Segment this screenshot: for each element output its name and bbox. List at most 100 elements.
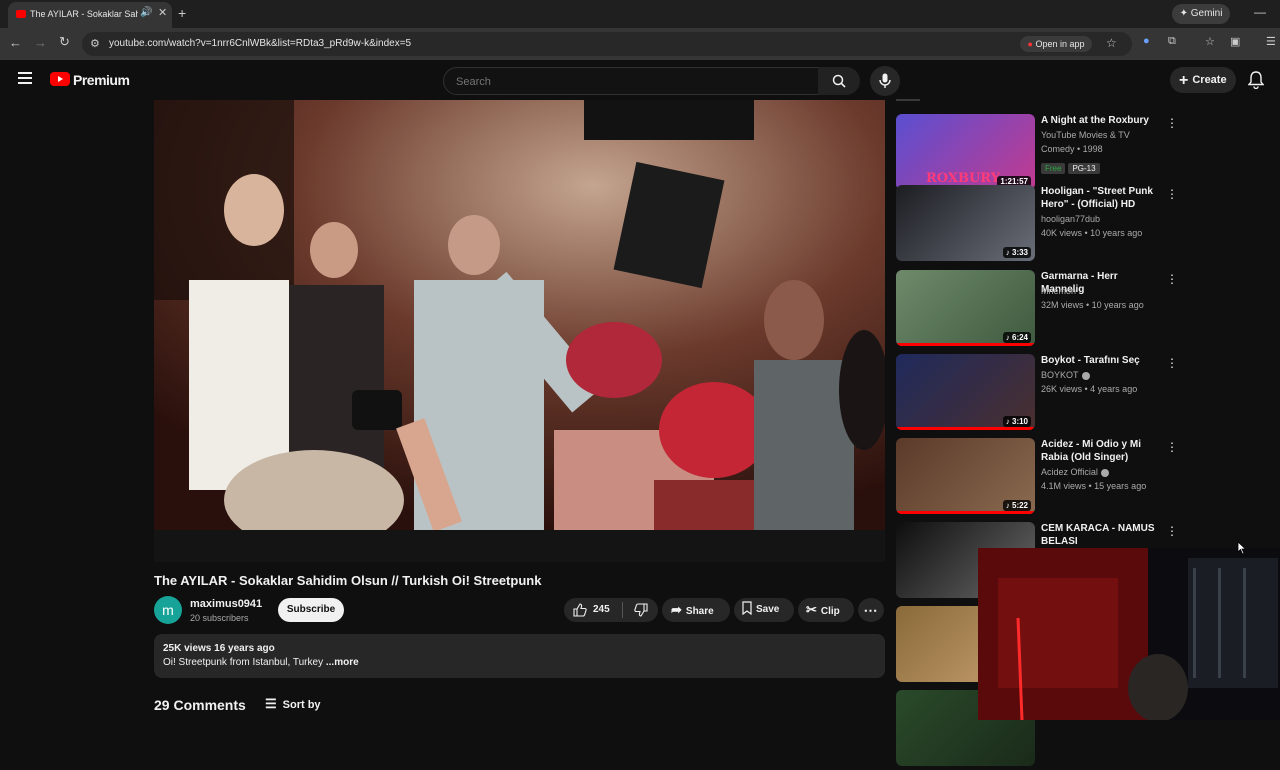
duration-badge: ♪ 5:22 [1002,500,1031,511]
share-button[interactable]: ➦ Share [662,598,730,622]
recommendation-channel[interactable]: YouTube Movies & TV [1041,130,1130,140]
close-icon[interactable]: ✕ [158,6,167,19]
reload-icon[interactable]: ↻ [59,34,70,50]
video-title: The AYILAR - Sokaklar Sahidim Olsun // T… [154,573,542,588]
profile-circle-icon[interactable]: ● [1143,35,1150,47]
recommendation-item[interactable]: ♪ 6:24 Garmarna - Herr Mannelig Mnemon 32M … [896,270,1186,350]
more-vertical-icon[interactable]: ⋮ [1166,272,1178,286]
verified-check-icon [1081,371,1090,380]
like-count: 245 [593,604,610,615]
clip-button[interactable]: ✂ Clip [798,598,854,622]
bookmarks-star-icon[interactable]: ☆ [1205,35,1215,48]
recommendation-channel[interactable]: BOYKOT [1041,370,1090,380]
hamburger-menu-icon[interactable] [18,72,32,87]
recommendation-title[interactable]: Acidez - Mi Odio y Mi Rabia (Old Singer) [1041,438,1159,464]
recommendation-item[interactable]: ♪ 3:33 Hooligan - "Street Punk Hero" - (O… [896,185,1186,265]
side-panel-icon[interactable]: ▣ [1230,35,1240,48]
channel-name[interactable]: maximus0941 [190,598,262,610]
more-actions-button[interactable]: ⋯ [858,598,884,622]
sort-comments-button[interactable]: ☰ Sort by [265,696,321,712]
recommendation-title[interactable]: Hooligan - "Street Punk Hero" - (Officia… [1041,185,1159,211]
forward-arrow-icon[interactable]: → [34,35,47,50]
recommendation-channel[interactable]: Acidez Official [1041,467,1109,477]
gemini-button[interactable]: ✦ Gemini [1172,4,1230,24]
recommendation-thumbnail[interactable]: ♪ 3:33 [896,185,1035,261]
bookmark-star-icon[interactable]: ☆ [1106,36,1117,50]
channel-avatar[interactable]: m [154,596,182,624]
share-arrow-icon: ➦ [671,602,682,617]
create-button[interactable]: + Create [1170,67,1236,93]
recommendation-item[interactable]: ♪ 5:22 Acidez - Mi Odio y Mi Rabia (Old S… [896,438,1186,518]
recommendation-title[interactable]: CEM KARACA - NAMUS BELASI [1041,522,1159,548]
video-controls-strip [154,530,885,562]
webcam-image [978,548,1280,720]
duration-badge: ♪ 3:33 [1002,247,1031,258]
watch-progress-bar [896,343,1035,346]
more-vertical-icon[interactable]: ⋮ [1166,116,1178,130]
more-vertical-icon[interactable]: ⋮ [1166,440,1178,454]
recommendation-item[interactable]: ROXBURY 1:21:57 A Night at the Roxbury YouT… [896,114,1186,194]
site-settings-icon[interactable]: ⚙ [90,37,100,50]
show-more-link[interactable]: ...more [326,657,359,668]
channel-label: YouTube Movies & TV [1041,130,1130,140]
recommendation-channel[interactable]: hooligan77dub [1041,214,1100,224]
share-label: Share [685,606,714,617]
more-vertical-icon[interactable]: ⋮ [1166,187,1178,201]
recommendation-thumbnail[interactable]: ♪ 3:10 [896,354,1035,430]
notifications-bell-icon[interactable] [1248,71,1264,89]
minimize-icon[interactable]: — [1254,5,1266,19]
youtube-favicon-icon [16,10,26,18]
content-badge: PG-13 [1068,163,1100,174]
recommendation-title[interactable]: Boykot - Tarafını Seç [1041,354,1159,367]
webcam-overlay [978,548,1280,720]
more-horizontal-icon: ⋯ [863,602,879,618]
comments-count: 29 Comments [154,697,246,713]
description-text: Oi! Streetpunk from Istanbul, Turkey ...… [163,657,359,668]
verified-check-icon [1100,468,1109,477]
duration-badge: ♪ 6:24 [1002,332,1031,343]
microphone-icon [879,73,891,88]
voice-search-button[interactable] [870,66,900,96]
like-button[interactable]: 245 [564,598,620,622]
subscriber-count: 20 subscribers [190,613,249,623]
watch-progress-bar [896,427,1035,430]
channel-label: hooligan77dub [1041,214,1101,224]
premium-brand-text[interactable]: Premium [73,72,130,88]
youtube-logo-icon[interactable] [50,72,70,86]
channel-label: Acidez Official [1041,467,1098,477]
recommendation-thumbnail[interactable]: ♪ 6:24 [896,270,1035,346]
video-player[interactable] [154,100,885,530]
menu-icon[interactable]: ☰ [1266,35,1276,48]
recommendation-channel[interactable]: Mnemon [1041,286,1076,296]
create-label: Create [1192,74,1227,86]
sort-icon: ☰ [265,696,277,711]
url-text[interactable]: youtube.com/watch?v=1nrr6CnlWBk&list=RDt… [109,38,411,49]
recommendation-title[interactable]: A Night at the Roxbury [1041,114,1159,127]
sort-label: Sort by [282,699,321,711]
scissors-icon: ✂ [806,602,817,617]
subscribe-button[interactable]: Subscribe [278,598,344,622]
back-arrow-icon[interactable]: ← [9,35,22,50]
search-input[interactable] [454,73,798,91]
more-vertical-icon[interactable]: ⋮ [1166,524,1178,538]
search-button[interactable] [818,67,860,95]
description-box[interactable]: 25K views 16 years ago Oi! Streetpunk fr… [154,634,885,678]
open-in-app-button[interactable]: ● Open in app [1020,36,1092,52]
thumbnail-text: ROXBURY [926,171,1000,186]
more-vertical-icon[interactable]: ⋮ [1166,356,1178,370]
browser-tab[interactable]: The AYILAR - Sokaklar Sahidim Olsun // T… [8,2,172,28]
recommendation-thumbnail[interactable]: ♪ 5:22 [896,438,1035,514]
youtube-header: Premium +Create [0,60,1280,100]
thumbs-up-icon [573,603,587,617]
address-bar[interactable]: ⚙ youtube.com/watch?v=1nrr6CnlWBk&list=R… [82,32,1132,56]
bookmark-icon [742,601,752,616]
new-tab-plus-icon[interactable]: + [178,5,186,21]
speaker-icon[interactable]: 🔊 [140,7,152,18]
recommendation-meta: 4.1M views • 15 years ago [1041,481,1147,491]
extensions-puzzle-icon[interactable]: ⧉ [1168,35,1176,48]
recommendation-meta: 40K views • 10 years ago [1041,228,1143,238]
recommendation-item[interactable]: ♪ 3:10 Boykot - Tarafını Seç BOYKOT 26K vie… [896,354,1186,434]
dislike-button[interactable] [624,598,658,622]
save-button[interactable]: Save [734,598,794,622]
recommendation-thumbnail[interactable]: ROXBURY 1:21:57 [896,114,1035,190]
